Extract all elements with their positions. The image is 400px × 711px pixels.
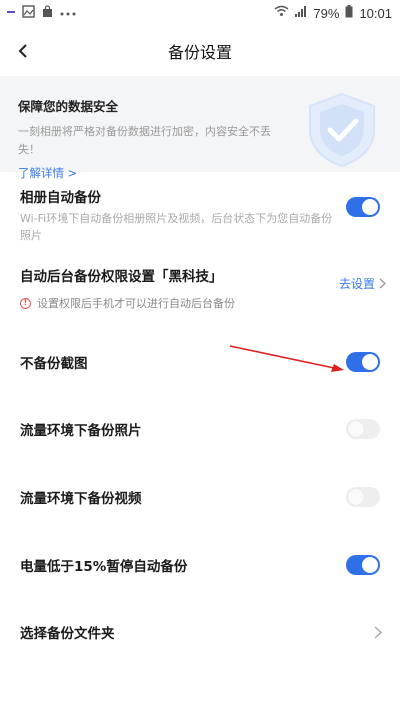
cellular-videos-row: 流量环境下备份视频 bbox=[0, 463, 400, 531]
cellular-videos-toggle[interactable] bbox=[346, 487, 380, 507]
low-battery-title: 电量低于15%暂停自动备份 bbox=[20, 559, 188, 575]
clock: 10:01 bbox=[359, 5, 392, 21]
signal-icon bbox=[295, 5, 307, 21]
more-notifications-icon bbox=[60, 6, 76, 21]
backup-folder-title: 选择备份文件夹 bbox=[20, 626, 115, 642]
low-battery-toggle[interactable] bbox=[346, 555, 380, 575]
status-left bbox=[6, 4, 76, 22]
no-screenshot-row: 不备份截图 bbox=[0, 329, 400, 395]
nav-bar: 备份设置 bbox=[0, 26, 400, 76]
shopping-bag-icon bbox=[41, 4, 54, 22]
backup-folder-row[interactable]: 选择备份文件夹 bbox=[0, 599, 400, 665]
cellular-photos-title: 流量环境下备份照片 bbox=[20, 423, 142, 439]
warning-icon: ! bbox=[20, 297, 31, 309]
go-settings-link[interactable]: 去设置 bbox=[339, 275, 386, 292]
chevron-right-icon bbox=[374, 626, 382, 639]
cellular-photos-toggle[interactable] bbox=[346, 419, 380, 439]
background-permission-row[interactable]: 自动后台备份权限设置「黑科技」 ! 设置权限后手机才可以进行自动后台备份 去设置 bbox=[0, 255, 400, 329]
go-settings-label: 去设置 bbox=[338, 277, 375, 291]
dash-icon bbox=[6, 6, 16, 21]
status-bar: 79% 10:01 bbox=[0, 0, 400, 26]
auto-backup-title: 相册自动备份 bbox=[20, 190, 101, 206]
background-permission-title: 自动后台备份权限设置「黑科技」 bbox=[20, 269, 223, 285]
security-banner: 保障您的数据安全 一刻相册将严格对备份数据进行加密，内容安全不丢失！ 了解详情 … bbox=[0, 76, 400, 180]
permission-warning-text: 设置权限后手机才可以进行自动后台备份 bbox=[37, 297, 235, 310]
back-button[interactable] bbox=[10, 38, 36, 64]
no-screenshot-toggle[interactable] bbox=[346, 352, 380, 372]
page-title: 备份设置 bbox=[167, 43, 232, 62]
auto-backup-subtitle: Wi-Fi环境下自动备份相册照片及视频，后台状态下为您自动备份照片 bbox=[20, 212, 333, 242]
cellular-videos-title: 流量环境下备份视频 bbox=[20, 491, 142, 507]
cellular-photos-row: 流量环境下备份照片 bbox=[0, 395, 400, 463]
low-battery-row: 电量低于15%暂停自动备份 bbox=[0, 531, 400, 599]
no-screenshot-title: 不备份截图 bbox=[20, 356, 88, 372]
gallery-notification-icon bbox=[22, 4, 35, 22]
shield-check-icon bbox=[309, 92, 375, 168]
battery-percentage: 79% bbox=[313, 5, 340, 21]
battery-icon bbox=[345, 4, 353, 22]
status-right: 79% 10:01 bbox=[274, 4, 392, 22]
chevron-right-icon bbox=[379, 278, 386, 289]
auto-backup-toggle[interactable] bbox=[346, 197, 380, 217]
banner-description: 一刻相册将严格对备份数据进行加密，内容安全不丢失！ bbox=[18, 125, 271, 156]
chevron-left-icon bbox=[18, 44, 27, 58]
wifi-icon bbox=[274, 5, 289, 21]
permission-warning: ! 设置权限后手机才可以进行自动后台备份 bbox=[20, 295, 380, 311]
auto-backup-row: 相册自动备份 Wi-Fi环境下自动备份相册照片及视频，后台状态下为您自动备份照片 bbox=[0, 172, 400, 255]
